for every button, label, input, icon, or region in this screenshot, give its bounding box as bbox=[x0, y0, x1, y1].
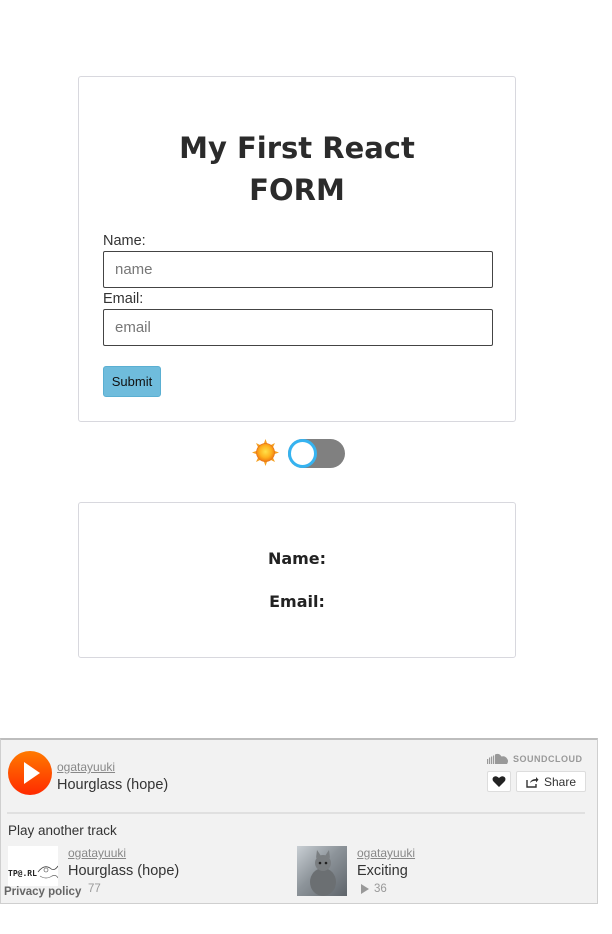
form-card: My First React FORM Name: Email: Submit bbox=[78, 76, 516, 422]
form-title-line1: My First React bbox=[179, 131, 415, 165]
email-label: Email: bbox=[103, 291, 144, 307]
share-label: Share bbox=[543, 774, 577, 789]
current-track-title[interactable]: Hourglass (hope) bbox=[57, 777, 168, 793]
output-name-label: Name: bbox=[267, 549, 327, 568]
soundcloud-cloud-icon bbox=[487, 753, 508, 764]
cat-photo-icon bbox=[310, 850, 336, 896]
form-title-line2: FORM bbox=[249, 173, 345, 207]
soundcloud-widget: ogatayuuki Hourglass (hope) SOUNDCLOUD S… bbox=[0, 738, 598, 904]
track-title[interactable]: Exciting bbox=[357, 863, 408, 879]
play-button[interactable] bbox=[8, 751, 52, 795]
track-artwork[interactable] bbox=[297, 846, 347, 896]
output-email-label: Email: bbox=[269, 592, 325, 611]
track-play-count: 77 bbox=[88, 883, 101, 895]
like-button[interactable] bbox=[487, 771, 511, 792]
track-user-link[interactable]: ogatayuuki bbox=[68, 846, 126, 860]
svg-text:TP@.RL: TP@.RL bbox=[8, 869, 37, 878]
toggle-knob[interactable] bbox=[288, 439, 317, 468]
track-play-count: 36 bbox=[360, 883, 387, 895]
track-title[interactable]: Hourglass (hope) bbox=[68, 863, 179, 879]
heart-icon bbox=[492, 776, 506, 787]
play-count-icon bbox=[361, 884, 369, 894]
play-count-value: 77 bbox=[88, 883, 101, 895]
current-user-link[interactable]: ogatayuuki bbox=[57, 760, 115, 774]
name-input[interactable] bbox=[103, 251, 493, 288]
play-another-label: Play another track bbox=[8, 823, 117, 838]
divider bbox=[7, 812, 585, 814]
form-title: My First React FORM bbox=[79, 127, 515, 211]
soundcloud-brand: SOUNDCLOUD bbox=[513, 753, 583, 764]
submit-button[interactable]: Submit bbox=[103, 366, 161, 397]
soundcloud-logo[interactable]: SOUNDCLOUD bbox=[487, 753, 583, 764]
output-card: Name: Email: bbox=[78, 502, 516, 658]
track-user-link[interactable]: ogatayuuki bbox=[357, 846, 415, 860]
email-input[interactable] bbox=[103, 309, 493, 346]
play-icon bbox=[24, 762, 40, 784]
play-count-value: 36 bbox=[374, 883, 387, 895]
privacy-policy-link[interactable]: Privacy policy bbox=[4, 886, 82, 898]
share-button[interactable]: Share bbox=[516, 771, 586, 792]
name-label: Name: bbox=[103, 233, 146, 249]
share-icon bbox=[526, 776, 539, 788]
theme-toggle[interactable] bbox=[288, 439, 345, 468]
sun-icon bbox=[252, 439, 279, 466]
